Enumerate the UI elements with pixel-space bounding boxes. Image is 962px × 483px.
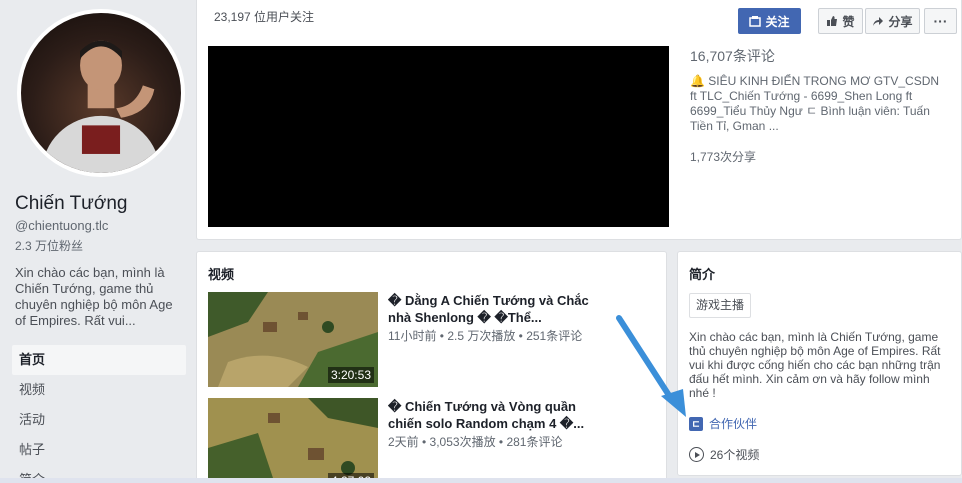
avatar-image — [41, 40, 161, 173]
video-description: 🔔 SIÊU KINH ĐIỂN TRONG MƠ GTV_CSDN ft TL… — [690, 74, 940, 133]
videos-section-title[interactable]: 视频 — [208, 264, 234, 283]
like-label: 赞 — [842, 14, 855, 29]
video-title[interactable]: � Dằng A Chiến Tướng và Chắc nhà Shenlon… — [388, 292, 603, 326]
video-duration: 3:20:53 — [327, 367, 374, 383]
play-circle-icon — [689, 447, 704, 462]
more-options-button[interactable]: ··· — [924, 8, 957, 34]
share-button[interactable]: 分享 — [865, 8, 920, 34]
left-column: Chiến Tướng @chientuong.tlc 2.3 万位粉丝 Xin… — [0, 0, 196, 483]
video-player[interactable] — [208, 46, 669, 227]
nav-item-home[interactable]: 首页 — [12, 345, 186, 375]
follow-label: 关注 — [765, 14, 790, 29]
fan-count: 2.3 万位粉丝 — [15, 239, 84, 253]
intro-text: Xin chào các bạn, mình là Chiến Tướng, g… — [15, 265, 173, 328]
nav-item-events[interactable]: 活动 — [12, 405, 186, 435]
featured-video-card: 23,197 位用户关注 关注 赞 分享 ··· 16,707条评论 🔔 SIÊ… — [196, 0, 962, 240]
partner-label: 合作伙伴 — [709, 417, 758, 431]
page-handle[interactable]: @chientuong.tlc — [15, 218, 108, 233]
videos-card: 视频 3:20:53 � Dằng A Chiến Tướng và Chắc … — [196, 251, 667, 483]
about-text: Xin chào các bạn, mình là Chiến Tướng, g… — [689, 330, 941, 400]
partner-link[interactable]: ㄷ 合作伙伴 — [689, 415, 757, 432]
video-thumbnail[interactable]: 3:20:53 — [208, 292, 378, 387]
avatar[interactable] — [17, 9, 185, 177]
page-nav: 首页 视频 活动 帖子 简介 — [12, 345, 186, 483]
thumbs-up-icon — [827, 16, 838, 26]
about-card: 简介 游戏主播 Xin chào các bạn, mình là Chiến … — [677, 251, 962, 476]
game-map-thumbnail — [208, 398, 378, 483]
video-meta: 11小时前 • 2.5 万次播放 • 251条评论 — [388, 329, 583, 343]
video-item[interactable]: 3:20:53 � Dằng A Chiến Tướng và Chắc nhà… — [208, 292, 658, 387]
page-name[interactable]: Chiến Tướng — [15, 193, 128, 215]
video-count-label: 26个视频 — [710, 448, 760, 462]
category-tag[interactable]: 游戏主播 — [689, 293, 752, 318]
follow-button[interactable]: 关注 — [738, 8, 801, 34]
partner-badge-icon: ㄷ — [689, 416, 703, 431]
about-section-title[interactable]: 简介 — [689, 264, 715, 283]
comment-count[interactable]: 16,707条评论 — [690, 46, 940, 66]
follow-icon — [749, 16, 762, 27]
video-item[interactable]: 4:27:02 � Chiến Tướng và Vòng quần chiến… — [208, 398, 658, 483]
video-meta: 2天前 • 3,053次播放 • 281条评论 — [388, 435, 563, 449]
nav-item-posts[interactable]: 帖子 — [12, 435, 186, 465]
bottom-strip — [0, 478, 962, 483]
share-label: 分享 — [888, 14, 913, 29]
video-title[interactable]: � Chiến Tướng và Vòng quần chiến solo Ra… — [388, 398, 603, 432]
followers-count: 23,197 位用户关注 — [214, 10, 315, 24]
share-arrow-icon — [873, 17, 884, 26]
like-button[interactable]: 赞 — [818, 8, 863, 34]
share-count[interactable]: 1,773次分享 — [690, 148, 940, 165]
featured-video-info: 16,707条评论 🔔 SIÊU KINH ĐIỂN TRONG MƠ GTV_… — [690, 46, 940, 165]
nav-item-videos[interactable]: 视频 — [12, 375, 186, 405]
video-count[interactable]: 26个视频 — [689, 446, 759, 463]
video-thumbnail[interactable]: 4:27:02 — [208, 398, 378, 483]
